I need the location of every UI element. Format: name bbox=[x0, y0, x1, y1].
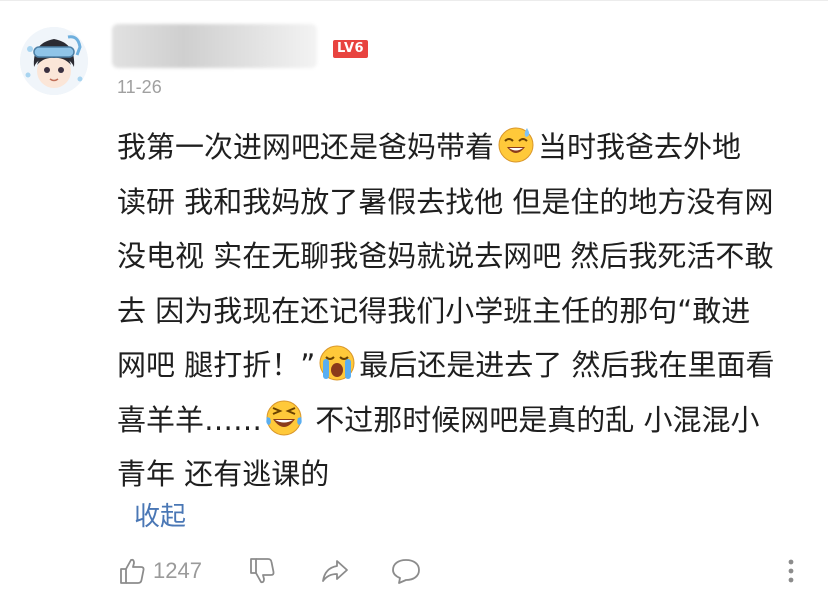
comment-line: 去 因为我现在还记得我们小学班主任的那句“敢进 bbox=[117, 293, 751, 328]
comment-segment: 我第一次进网吧还是爸妈带着 bbox=[117, 130, 495, 164]
comment-button[interactable] bbox=[390, 556, 422, 586]
like-button[interactable]: 1247 bbox=[117, 556, 202, 586]
more-vertical-icon bbox=[783, 556, 799, 586]
comment-line: 网吧 腿打折！” 最后还是进去了 然后我在里面看 bbox=[117, 338, 807, 393]
dislike-button[interactable] bbox=[247, 556, 277, 586]
comment-segment: 网吧 腿打折！” bbox=[117, 348, 316, 382]
comment-segment: 喜羊羊…… bbox=[117, 402, 263, 437]
post-date: 11-26 bbox=[117, 77, 162, 97]
comment-line: 青年 还有逃课的 bbox=[117, 457, 330, 491]
collapse-button[interactable]: 收起 bbox=[134, 496, 186, 533]
more-button[interactable] bbox=[783, 556, 799, 586]
avatar[interactable] bbox=[20, 27, 88, 95]
like-count: 1247 bbox=[153, 558, 202, 583]
share-arrow-icon bbox=[319, 556, 351, 586]
comment-segment: 最后还是进去了 然后我在里面看 bbox=[359, 348, 775, 382]
comment-line: 读研 我和我妈放了暑假去找他 但是住的地方没有网 bbox=[117, 184, 774, 219]
share-button[interactable] bbox=[319, 556, 351, 586]
comment-line: 我第一次进网吧还是爸妈带着 当时我爸去外地 bbox=[117, 120, 807, 175]
comment-segment: 当时我爸去外地 bbox=[538, 130, 742, 164]
laughing-tears-emoji-icon bbox=[264, 397, 304, 437]
action-bar: 1247 bbox=[0, 548, 828, 594]
comment-text: 我第一次进网吧还是爸妈带着 当时我爸去外地 读研 我和我妈放了暑假去找他 但是住… bbox=[117, 120, 807, 502]
level-badge: LV6 bbox=[333, 40, 369, 58]
thumbs-down-icon bbox=[247, 556, 277, 586]
username-blurred[interactable] bbox=[112, 24, 317, 68]
sweat-smile-emoji-icon bbox=[496, 124, 536, 164]
comment-line: 没电视 实在无聊我爸妈就说去网吧 然后我死活不敢 bbox=[117, 239, 774, 273]
comment-segment: 不过那时候网吧是真的乱 小混混小 bbox=[306, 402, 760, 437]
comment-bubble-icon bbox=[390, 556, 422, 586]
top-divider bbox=[0, 0, 828, 1]
crying-emoji-icon bbox=[317, 342, 357, 382]
thumbs-up-icon bbox=[117, 556, 147, 586]
comment-line: 喜羊羊…… 不过那时候网吧是真的乱 小混混小 bbox=[117, 393, 807, 448]
